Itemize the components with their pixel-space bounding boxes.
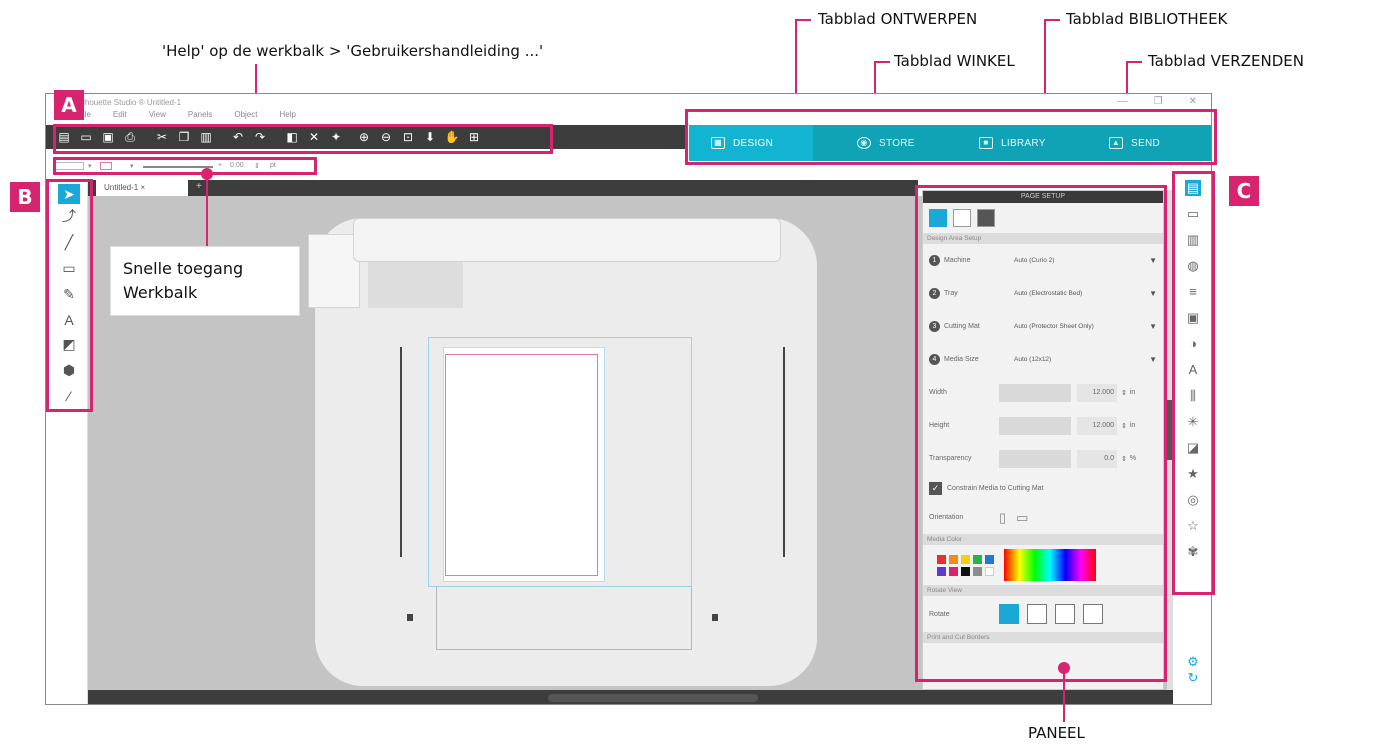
badge-c: C [1229,176,1259,206]
quick-access-callout: Snelle toegang Werkbalk [110,246,300,316]
tab-send-pointer-h [1126,61,1142,63]
cutting-head [368,262,463,308]
registration-mark-right [712,614,718,621]
menu-bar: File Edit View Panels Object Help [46,110,646,124]
document-tabs: Untitled-1 × + [88,180,918,196]
horizontal-scrollbar[interactable] [88,690,1173,704]
highlight-tools-b [46,179,93,412]
tab-library-note: Tabblad BIBLIOTHEEK [1066,10,1228,28]
registration-mark-left [407,614,413,621]
highlight-panels-rail-c [1172,171,1215,595]
menu-object[interactable]: Object [234,110,257,124]
maximize-button[interactable]: ❐ [1154,96,1163,107]
panel-pointer-line [1063,670,1065,722]
highlight-toolbar-a [53,124,553,154]
quick-access-pointer-line [206,172,208,248]
menu-view[interactable]: View [149,110,166,124]
tab-store-pointer-h [874,61,890,63]
window-controls: — ❐ ✕ [1118,96,1197,107]
tab-library-pointer-h [1044,19,1060,21]
menu-edit[interactable]: Edit [113,110,127,124]
left-rail [400,347,402,557]
add-tab-icon[interactable]: + [196,181,202,192]
document-tab[interactable]: Untitled-1 × [96,180,188,196]
highlight-quick-access [53,157,317,175]
badge-b: B [10,182,40,212]
tab-send-note: Tabblad VERZENDEN [1148,52,1304,70]
tab-design-pointer-h [795,19,811,21]
refresh-icon[interactable]: ↻ [1185,670,1201,686]
menu-help[interactable]: Help [279,110,295,124]
page-area [445,354,598,576]
tab-design-note: Tabblad ONTWERPEN [818,10,978,28]
tab-store-note: Tabblad WINKEL [894,52,1015,70]
window-title: Silhouette Studio ® Untitled-1 [76,98,182,107]
quick-access-line2: Werkbalk [123,283,198,302]
quick-access-pointer-dot [201,168,213,180]
tray-outline [436,586,692,650]
highlight-panel [915,185,1167,682]
minimize-button[interactable]: — [1118,96,1128,107]
close-tab-icon[interactable]: × [140,183,145,192]
help-note: 'Help' op de werkbalk > 'Gebruikershandl… [162,42,544,60]
quick-access-line1: Snelle toegang [123,259,244,278]
scroll-thumb[interactable] [548,694,758,702]
document-tab-label: Untitled-1 [104,183,139,192]
menu-panels[interactable]: Panels [188,110,212,124]
highlight-tabs [685,109,1217,165]
machine-roller [353,218,781,262]
panel-note: PANEEL [1028,724,1085,742]
right-rail [783,347,785,557]
settings-gear-icon[interactable]: ⚙ [1185,654,1201,670]
close-button[interactable]: ✕ [1189,96,1197,107]
badge-a: A [54,90,84,120]
